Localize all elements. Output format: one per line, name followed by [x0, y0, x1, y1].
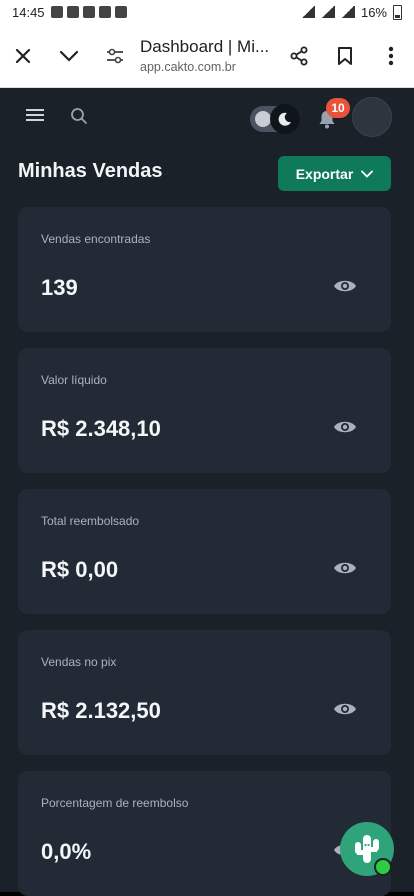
light-mode-indicator: [255, 111, 271, 127]
export-label: Exportar: [295, 165, 354, 182]
stat-card-vendas-no-pix: Vendas no pix R$ 2.132,50: [18, 630, 391, 755]
stat-card-valor-liquido: Valor líquido R$ 2.348,10: [18, 348, 391, 473]
bookmark-button[interactable]: [322, 33, 368, 79]
card-value: 0,0%: [41, 839, 92, 864]
signal-icon-2: [340, 6, 355, 18]
app-content: 10 Minhas Vendas Exportar Vendas encontr…: [0, 88, 414, 896]
wifi-icon: [300, 6, 315, 18]
close-tab-button[interactable]: [0, 33, 46, 79]
eye-icon[interactable]: [333, 418, 357, 436]
status-time: 14:45: [12, 4, 45, 20]
chat-icon: [114, 6, 127, 18]
search-icon[interactable]: [70, 107, 88, 125]
share-icon: [290, 46, 308, 65]
card-value: R$ 2.348,10: [41, 416, 161, 441]
battery-icon: [393, 4, 402, 20]
more-options-button[interactable]: [368, 33, 414, 79]
more-vert-icon: [388, 46, 394, 65]
app-notification-icon: [98, 6, 111, 18]
status-bar: 14:45 16%: [0, 0, 414, 24]
export-button[interactable]: Exportar: [278, 156, 391, 191]
eye-icon[interactable]: [333, 277, 357, 295]
chevron-down-icon: [59, 50, 79, 62]
eye-icon[interactable]: [333, 559, 357, 577]
card-value: R$ 0,00: [41, 557, 119, 582]
online-status-dot: [374, 858, 392, 876]
moon-icon: [278, 112, 291, 126]
eye-icon[interactable]: [333, 700, 357, 718]
bookmark-icon: [338, 46, 352, 65]
youtube-icon: [66, 6, 79, 18]
notification-icons: [50, 6, 127, 18]
battery-percent: 16%: [360, 4, 387, 20]
stat-card-total-reembolsado: Total reembolsado R$ 0,00: [18, 489, 391, 614]
signal-icon: [320, 6, 335, 18]
page-title: Dashboard | Mi...: [140, 37, 270, 56]
menu-icon[interactable]: [26, 108, 44, 122]
minimize-button[interactable]: [46, 33, 92, 79]
card-value: R$ 2.132,50: [41, 698, 161, 723]
notification-badge: 10: [326, 98, 350, 118]
card-label: Valor líquido: [41, 373, 107, 387]
close-icon: [15, 48, 31, 63]
tune-icon: [107, 48, 123, 63]
url-area[interactable]: Dashboard | Mi... app.cakto.com.br: [140, 37, 270, 74]
instagram-icon: [50, 6, 63, 18]
missed-call-icon: [82, 6, 95, 18]
avatar[interactable]: [352, 97, 392, 137]
theme-toggle[interactable]: [250, 104, 300, 134]
browser-toolbar: Dashboard | Mi... app.cakto.com.br: [0, 24, 414, 88]
chevron-down-icon: [361, 170, 374, 178]
card-label: Vendas no pix: [41, 655, 117, 669]
card-label: Vendas encontradas: [41, 232, 151, 246]
share-button[interactable]: [276, 33, 322, 79]
site-settings-button[interactable]: [92, 33, 138, 79]
card-value: 139: [41, 275, 78, 300]
theme-knob: [270, 104, 300, 134]
stat-card-vendas-encontradas: Vendas encontradas 139: [18, 207, 391, 332]
card-label: Total reembolsado: [41, 514, 140, 528]
top-nav: 10: [0, 88, 414, 146]
card-label: Porcentagem de reembolso: [41, 796, 189, 810]
domain: app.cakto.com.br: [140, 60, 236, 74]
page-heading: Minhas Vendas: [18, 160, 163, 182]
stat-card-porcentagem-reembolso: Porcentagem de reembolso 0,0%: [18, 771, 391, 896]
